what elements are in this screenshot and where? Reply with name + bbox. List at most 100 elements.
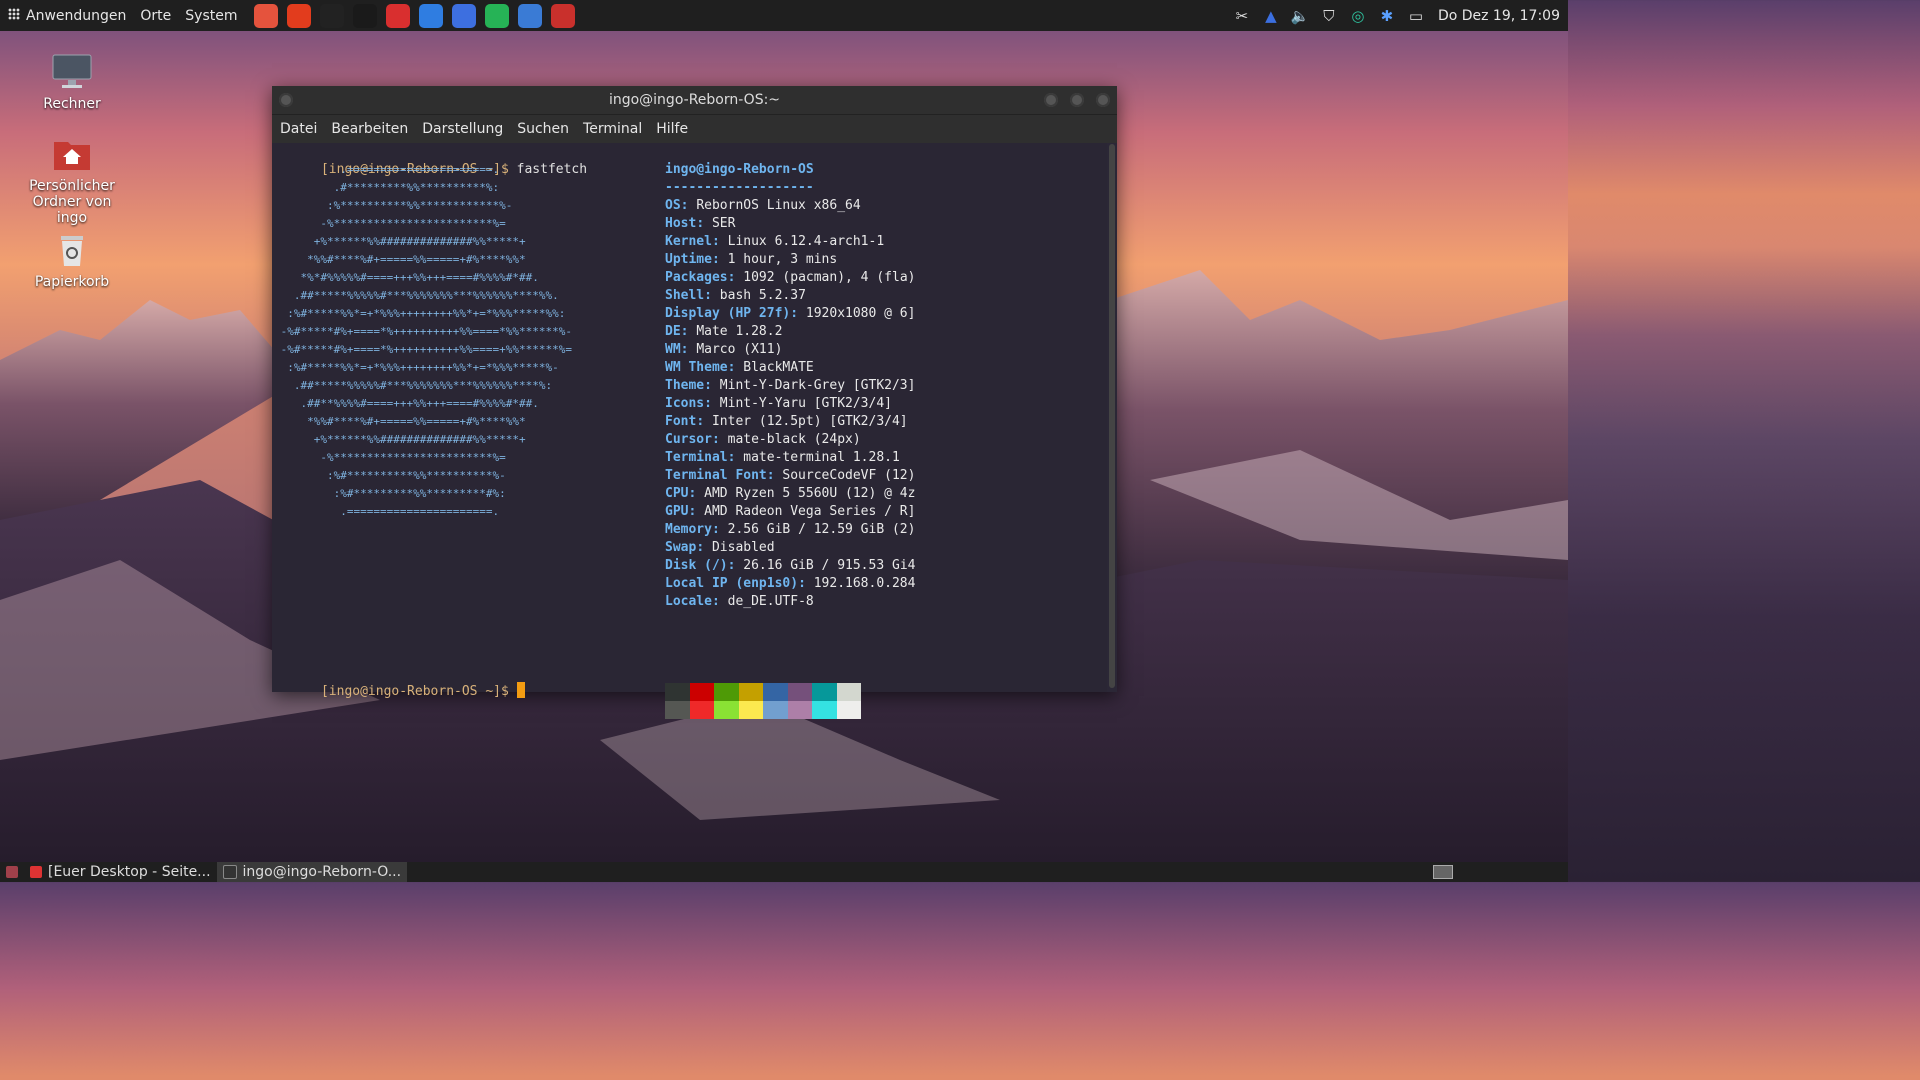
workspace-switcher[interactable] (1433, 865, 1453, 879)
ascii-row: :%#*****%%*=+*%%%++++++++%%*+=*%%%*****%… (274, 361, 559, 374)
scissors-icon[interactable]: ✂ (1231, 5, 1253, 27)
vpn-icon[interactable]: ◎ (1347, 5, 1369, 27)
ascii-row: -%************************%= (274, 451, 506, 464)
system-menu[interactable]: System (185, 8, 237, 24)
terminal-output[interactable]: [ingo@ingo-Reborn-OS ~]$ fastfetch .====… (272, 143, 1107, 719)
info-row: Packages: 1092 (pacman), 4 (fla) (665, 270, 916, 285)
pdf-icon[interactable] (385, 3, 410, 28)
ascii-row: .##**%%%%#====+++%%+++====#%%%%#*##. (274, 397, 539, 410)
launcher-bar (253, 3, 575, 28)
info-row: Locale: de_DE.UTF-8 (665, 594, 814, 609)
info-key: Kernel (665, 234, 712, 249)
info-row: Swap: Disabled (665, 540, 775, 555)
ascii-row: *%%#****%#+=====%%=====+#%****%%* (274, 253, 526, 266)
info-value: SER (711, 216, 736, 231)
browser-red-icon[interactable] (253, 3, 278, 28)
info-value: Linux 6.12.4-arch1-1 (727, 234, 885, 249)
monitor-icon (50, 52, 94, 92)
menu-darstellung[interactable]: Darstellung (422, 121, 503, 137)
menu-hilfe[interactable]: Hilfe (656, 121, 688, 137)
writer-icon[interactable] (352, 3, 377, 28)
info-row: Cursor: mate-black (24px) (665, 432, 861, 447)
info-value: 2.56 GiB / 12.59 GiB (2) (727, 522, 916, 537)
firefox-icon[interactable] (286, 3, 311, 28)
ascii-row: -%#*****#%+====*%++++++++++%%====*%%****… (274, 325, 573, 338)
ascii-row: -%************************%= (274, 217, 506, 230)
info-row: Kernel: Linux 6.12.4-arch1-1 (665, 234, 885, 249)
menu-suchen[interactable]: Suchen (517, 121, 569, 137)
ascii-row: *%*#%%%%%#====+++%%+++====#%%%%#*##. (274, 271, 539, 284)
command: fastfetch (516, 162, 588, 177)
bluetooth-icon[interactable]: ✱ (1376, 5, 1398, 27)
info-key: Display (HP 27f) (665, 306, 791, 321)
terminal-scrollbar[interactable] (1109, 144, 1115, 688)
info-key: DE (665, 324, 681, 339)
desktop-icon-label: Rechner (43, 96, 101, 112)
info-value: SourceCodeVF (12) (782, 468, 916, 483)
computer-desktop-icon[interactable]: Rechner (17, 52, 127, 112)
taskbar-item-terminal[interactable]: ingo@ingo-Reborn-O... (216, 862, 408, 882)
ascii-row: :%#*****%%*=+*%%%++++++++%%*+=*%%%*****%… (274, 307, 566, 320)
info-key: Terminal Font (665, 468, 767, 483)
info-value: 1092 (pacman), 4 (fla) (743, 270, 916, 285)
files-icon[interactable] (550, 3, 575, 28)
info-key: Local IP (enp1s0) (665, 576, 799, 591)
terminal-menubar: Datei Bearbeiten Darstellung Suchen Term… (272, 115, 1117, 143)
network-icon[interactable]: ▲ (1260, 5, 1282, 27)
info-value: RebornOS Linux x86_64 (696, 198, 861, 213)
menu-bearbeiten[interactable]: Bearbeiten (331, 121, 408, 137)
color-palette (665, 683, 861, 719)
color-swatch (836, 683, 861, 701)
info-key: WM (665, 342, 681, 357)
info-key: GPU (665, 504, 689, 519)
volume-icon[interactable]: 🔈 (1289, 5, 1311, 27)
desktop-icon-label: Papierkorb (34, 274, 110, 290)
maximize-button[interactable] (1070, 93, 1084, 107)
info-row: Icons: Mint-Y-Yaru [GTK2/3/4] (665, 396, 892, 411)
color-swatch (787, 701, 812, 719)
display-icon[interactable]: ▭ (1405, 5, 1427, 27)
info-key: Cursor (665, 432, 712, 447)
show-desktop-button[interactable] (0, 862, 24, 882)
download-icon[interactable] (418, 3, 443, 28)
info-key: Icons (665, 396, 705, 411)
ascii-row: +%******%%##############%%*****+ (274, 235, 526, 248)
messenger-icon[interactable] (451, 3, 476, 28)
applications-menu[interactable]: Anwendungen (8, 7, 126, 24)
ascii-row: -%#*****#%+====*%++++++++++%%====+%%****… (274, 343, 573, 356)
info-row: Font: Inter (12.5pt) [GTK2/3/4] (665, 414, 908, 429)
color-swatch (689, 683, 714, 701)
color-swatch (763, 701, 788, 719)
task-label: [Euer Desktop - Seite... (48, 864, 211, 880)
desktop-icon-label: Persönlicher Ordner von ingo (29, 178, 115, 226)
ascii-row: .======================. (274, 505, 500, 518)
screenshot-icon[interactable] (517, 3, 542, 28)
window-titlebar[interactable]: ingo@ingo-Reborn-OS:~ (272, 86, 1117, 115)
ascii-row: +%******%%##############%%*****+ (274, 433, 526, 446)
info-row: Local IP (enp1s0): 192.168.0.284 (665, 576, 916, 591)
trash-desktop-icon[interactable]: Papierkorb (17, 230, 127, 290)
menu-terminal[interactable]: Terminal (583, 121, 642, 137)
info-row: WM Theme: BlackMATE (665, 360, 814, 375)
shield-icon[interactable]: ⛉ (1318, 5, 1340, 27)
color-swatch (714, 683, 739, 701)
info-value: de_DE.UTF-8 (727, 594, 814, 609)
minimize-button[interactable] (1044, 93, 1058, 107)
info-value: 1920x1080 @ 6] (805, 306, 916, 321)
color-swatch (738, 683, 763, 701)
bottom-panel: [Euer Desktop - Seite... ingo@ingo-Rebor… (0, 862, 1568, 882)
task-label: ingo@ingo-Reborn-O... (242, 864, 402, 880)
terminal-window[interactable]: ingo@ingo-Reborn-OS:~ Datei Bearbeiten D… (272, 86, 1117, 719)
clock[interactable]: Do Dez 19, 17:09 (1438, 8, 1560, 24)
menu-datei[interactable]: Datei (280, 121, 317, 137)
color-swatch (812, 701, 837, 719)
info-key: Locale (665, 594, 712, 609)
close-button[interactable] (1096, 93, 1110, 107)
taskbar-item-browser[interactable]: [Euer Desktop - Seite... (24, 862, 217, 882)
home-folder-desktop-icon[interactable]: Persönlicher Ordner von ingo (17, 134, 127, 226)
info-value: mate-black (24px) (727, 432, 861, 447)
whatsapp-icon[interactable] (484, 3, 509, 28)
info-key: Disk (/) (665, 558, 728, 573)
terminal-icon[interactable] (319, 3, 344, 28)
places-menu[interactable]: Orte (140, 8, 171, 24)
